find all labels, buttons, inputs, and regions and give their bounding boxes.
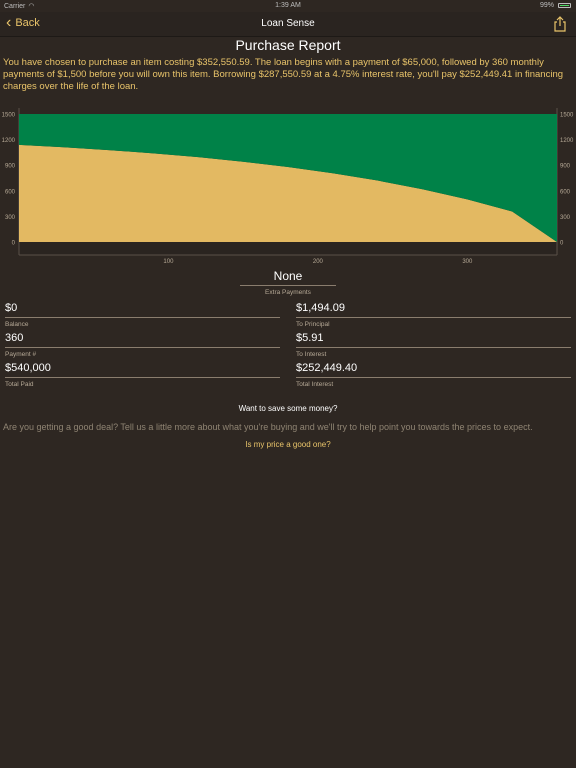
extra-payments-label: Extra Payments (265, 289, 311, 296)
y-tick-left: 900 (5, 164, 16, 170)
extra-payments-underline (240, 285, 336, 286)
balance-label: Balance (5, 321, 29, 328)
total-paid-field: $540,000 Total Paid (5, 362, 280, 388)
to-principal-value: $1,494.09 (296, 302, 345, 314)
y-tick-left: 0 (12, 241, 16, 247)
status-bar: Carrier ◠ 1:39 AM 99% (0, 0, 576, 12)
navigation-bar: ‹ Back Loan Sense (0, 12, 576, 37)
total-interest-underline (296, 377, 571, 378)
to-interest-underline (296, 347, 571, 348)
page-title: Purchase Report (235, 37, 341, 53)
x-tick-label: 200 (313, 259, 324, 265)
share-icon[interactable] (553, 16, 567, 32)
to-interest-value: $5.91 (296, 332, 324, 344)
y-tick-right: 300 (560, 215, 571, 221)
y-tick-left: 600 (5, 189, 16, 195)
y-tick-right: 0 (560, 241, 564, 247)
y-tick-right: 600 (560, 189, 571, 195)
battery-percent: 99% (539, 2, 554, 9)
report-summary: You have chosen to purchase an item cost… (3, 57, 564, 92)
y-tick-left: 300 (5, 215, 16, 221)
to-principal-label: To Principal (296, 321, 330, 328)
y-tick-right: 1200 (560, 138, 574, 144)
clock: 1:39 AM (275, 2, 301, 9)
save-money-heading: Want to save some money? (238, 404, 338, 413)
y-tick-left: 1200 (2, 138, 16, 144)
battery-icon (558, 3, 571, 8)
balance-underline (5, 317, 280, 318)
payment-number-label: Payment # (5, 351, 37, 358)
price-check-link[interactable]: Is my price a good one? (0, 440, 576, 449)
payment-breakdown-chart: 1500 1500 1200 1200 900 900 600 600 300 300 0 0 100 2… (2, 108, 574, 265)
total-interest-value: $252,449.40 (296, 362, 358, 374)
total-paid-value: $540,000 (5, 362, 51, 374)
payment-number-underline (5, 347, 280, 348)
y-tick-left: 1500 (2, 113, 16, 119)
y-tick-right: 900 (560, 164, 571, 170)
to-principal-underline (296, 317, 571, 318)
total-interest-label: Total Interest (296, 381, 334, 388)
total-paid-underline (5, 377, 280, 378)
balance-value: $0 (5, 302, 18, 314)
save-money-text: Are you getting a good deal? Tell us a l… (3, 422, 533, 432)
x-tick-label: 300 (462, 259, 473, 265)
extra-payments-field[interactable]: None (240, 269, 336, 283)
total-interest-field: $252,449.40 Total Interest (296, 362, 571, 388)
to-interest-field: $5.91 To Interest (296, 332, 571, 358)
payment-number-field[interactable]: 360 Payment # (5, 332, 280, 358)
to-principal-field: $1,494.09 To Principal (296, 302, 571, 328)
x-tick-label: 100 (163, 259, 174, 265)
y-tick-right: 1500 (560, 113, 574, 119)
payment-number-value[interactable]: 360 (5, 332, 280, 346)
nav-title: Loan Sense (261, 18, 315, 29)
to-interest-label: To Interest (296, 351, 327, 358)
balance-field: $0 Balance (5, 302, 280, 328)
x-axis-band (19, 242, 557, 255)
total-paid-label: Total Paid (5, 381, 34, 388)
